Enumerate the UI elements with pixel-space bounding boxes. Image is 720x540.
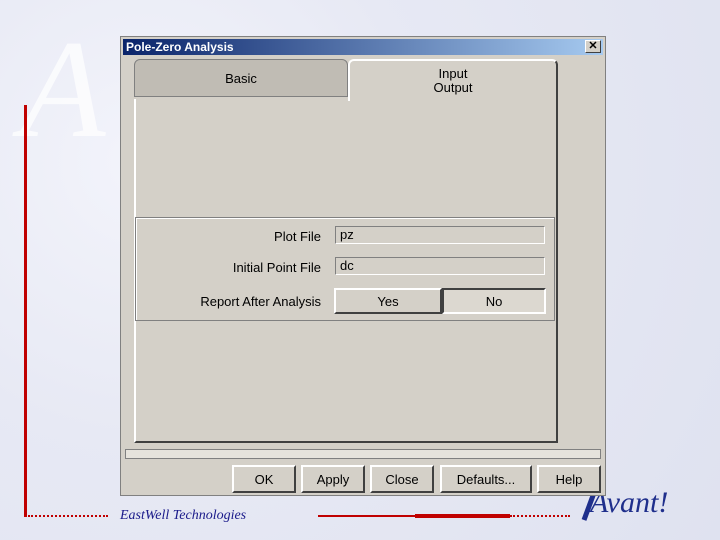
footer-company: EastWell Technologies — [120, 508, 247, 523]
close-button[interactable]: Close — [370, 465, 434, 493]
red-vertical-rule — [24, 105, 27, 517]
initial-point-file-label: Initial Point File — [232, 260, 321, 275]
horizontal-scrollbar[interactable] — [125, 449, 601, 459]
tab-strip: Basic Input Output — [134, 59, 558, 101]
pole-zero-dialog: Pole-Zero Analysis ✕ Basic Input Output … — [120, 36, 606, 496]
tab-io-label-line1: Input — [438, 66, 468, 81]
initial-point-file-field[interactable]: dc — [335, 257, 545, 275]
tab-basic[interactable]: Basic — [134, 59, 348, 97]
close-window-button[interactable]: ✕ — [585, 40, 601, 53]
red-rule-thick — [415, 514, 510, 518]
help-button[interactable]: Help — [537, 465, 601, 493]
dotted-rule-left — [28, 515, 108, 517]
report-after-analysis-label: Report After Analysis — [200, 294, 321, 309]
report-no-toggle[interactable]: No — [442, 288, 546, 314]
plot-file-label: Plot File — [274, 229, 321, 244]
title-bar: Pole-Zero Analysis ✕ — [123, 39, 603, 55]
watermark-letter: A — [20, 12, 106, 167]
apply-button[interactable]: Apply — [301, 465, 365, 493]
ok-button[interactable]: OK — [232, 465, 296, 493]
dotted-rule-right — [510, 515, 570, 517]
window-title: Pole-Zero Analysis — [126, 40, 234, 54]
tab-input-output[interactable]: Input Output — [348, 59, 558, 101]
report-yes-toggle[interactable]: Yes — [334, 288, 442, 314]
tab-io-label-line2: Output — [433, 80, 473, 95]
tab-basic-label: Basic — [225, 70, 257, 86]
plot-file-field[interactable]: pz — [335, 226, 545, 244]
defaults-button[interactable]: Defaults... — [440, 465, 532, 493]
